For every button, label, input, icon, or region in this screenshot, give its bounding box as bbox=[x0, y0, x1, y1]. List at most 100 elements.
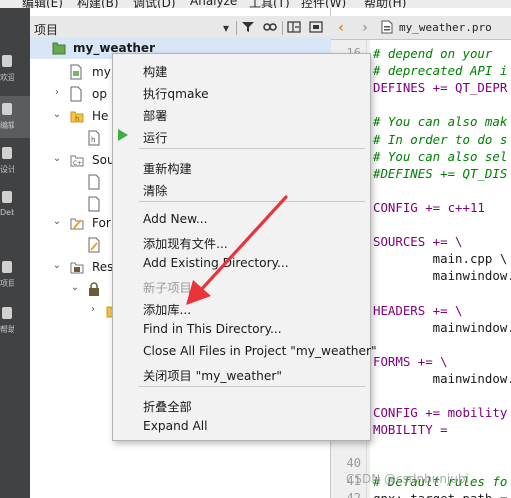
code-line: # You can also sel bbox=[373, 148, 508, 164]
code-line: # deprecated API i bbox=[373, 63, 508, 79]
chevron-down-icon[interactable]: ⌄ bbox=[52, 153, 62, 164]
menu-2[interactable]: 调试(D) bbox=[133, 0, 176, 8]
menu-4[interactable]: 工具(T) bbox=[249, 0, 290, 8]
menu-item-label: 运行 bbox=[143, 131, 168, 145]
mode-help[interactable]: 帮助 bbox=[0, 300, 30, 342]
mode-wrench[interactable]: 项目 bbox=[0, 254, 30, 296]
menu-item-add-new[interactable]: Add New... bbox=[113, 208, 370, 230]
line-number: 40 bbox=[346, 456, 361, 471]
forms-folder-icon bbox=[70, 215, 84, 231]
chevron-right-icon[interactable]: › bbox=[88, 304, 98, 315]
menu-item-label: 新子项目... bbox=[143, 281, 204, 295]
menu-item-clean[interactable]: 清除 bbox=[113, 177, 370, 199]
menu-item-label: 添加现有文件... bbox=[143, 237, 228, 251]
pencil-icon bbox=[2, 146, 12, 160]
menu-5[interactable]: 控件(W) bbox=[301, 0, 346, 8]
menu-item-label: 执行qmake bbox=[143, 87, 209, 101]
grid-icon bbox=[2, 54, 12, 68]
code-line: # In order to do s bbox=[373, 131, 508, 147]
mode-bug[interactable]: Debug bbox=[0, 184, 30, 226]
menu-item-label: Expand All bbox=[143, 419, 208, 433]
code-line: CONFIG += mobility bbox=[373, 405, 508, 421]
file-icon bbox=[88, 196, 102, 212]
project-context-menu: 构建执行qmake 部署运行重新构建 清除 Add New... 添加现有文件... Ad… bbox=[112, 53, 377, 441]
svg-text:C+: C+ bbox=[73, 160, 82, 167]
mode-label: 欢迎 bbox=[0, 73, 14, 82]
editor-toolbar: ‹ › my_weather.pro bbox=[331, 16, 511, 40]
edit-icon bbox=[2, 102, 12, 116]
sources-folder-icon: C+ bbox=[70, 152, 84, 168]
menu-6[interactable]: 帮助(H) bbox=[364, 0, 406, 8]
menu-item-label: 部署 bbox=[143, 109, 168, 123]
code-line: qnx: target.path = bbox=[373, 491, 507, 498]
code-line: # depend on your bbox=[373, 46, 493, 61]
menu-0[interactable]: 编辑(E) bbox=[22, 0, 63, 8]
menu-item-label: Find in This Directory... bbox=[143, 322, 282, 336]
close-pane-icon[interactable] bbox=[308, 20, 324, 36]
forward-arrow-icon[interactable]: › bbox=[357, 20, 373, 36]
menu-3[interactable]: Analyze bbox=[190, 0, 237, 8]
menu-item-close-project[interactable]: 关闭项目 "my_weather" bbox=[113, 362, 370, 384]
code-line: CONFIG += c++11 bbox=[373, 199, 485, 215]
code-line: # You can also mak bbox=[373, 114, 508, 130]
code-line: SOURCES += \ bbox=[373, 234, 463, 250]
mode-label: 项目 bbox=[0, 279, 14, 288]
dropdown-arrow-icon[interactable]: ▾ bbox=[218, 20, 234, 36]
code-line: DEFINES += QT_DEPR bbox=[373, 80, 508, 96]
menu-1[interactable]: 构建(B) bbox=[77, 0, 119, 8]
menu-item-add-existing-directory[interactable]: Add Existing Directory... bbox=[113, 252, 370, 274]
chevron-down-icon[interactable]: ⌄ bbox=[52, 260, 62, 271]
menu-item-label: Close All Files in Project "my_weather" bbox=[143, 344, 377, 358]
svg-text:h: h bbox=[75, 115, 79, 123]
code-line: mainwindow. bbox=[373, 268, 511, 284]
menu-item-new-subproject: 新子项目... bbox=[113, 274, 370, 296]
help-icon bbox=[2, 306, 12, 320]
menu-separator bbox=[139, 386, 365, 387]
tree-item-label: my bbox=[92, 65, 111, 79]
chevron-down-icon[interactable]: ⌄ bbox=[52, 216, 62, 227]
split-icon[interactable] bbox=[286, 20, 302, 36]
svg-text:h: h bbox=[91, 136, 95, 144]
mode-pencil[interactable]: 设计 bbox=[0, 140, 30, 182]
menu-item-close-all-files[interactable]: Close All Files in Project "my_weather" bbox=[113, 340, 377, 362]
menu-item-deploy[interactable]: 部署 bbox=[113, 102, 370, 124]
code-line: #DEFINES += QT_DIS bbox=[373, 165, 508, 181]
back-arrow-icon[interactable]: ‹ bbox=[333, 20, 349, 36]
mode-label: 帮助 bbox=[0, 325, 14, 334]
menu-item-collapse-all[interactable]: 折叠全部 bbox=[113, 393, 370, 415]
ui-file-icon bbox=[88, 237, 102, 253]
code-line: HEADERS += \ bbox=[373, 302, 463, 318]
mode-label: 编辑 bbox=[0, 121, 14, 130]
menu-item-find-in-directory[interactable]: Find in This Directory... bbox=[113, 318, 370, 340]
mode-grid[interactable]: 欢迎 bbox=[0, 48, 30, 90]
mode-edit[interactable]: 编辑 bbox=[0, 96, 30, 138]
header-file-icon: h bbox=[88, 130, 102, 146]
menu-item-build[interactable]: 构建 bbox=[113, 58, 370, 80]
file-icon bbox=[88, 174, 102, 190]
menu-item-rebuild[interactable]: 重新构建 bbox=[113, 155, 370, 177]
menu-separator bbox=[139, 201, 365, 202]
editor-filename[interactable]: my_weather.pro bbox=[399, 21, 492, 34]
chevron-down-icon[interactable]: ⌄ bbox=[70, 282, 80, 293]
menu-item-run-qmake[interactable]: 执行qmake bbox=[113, 80, 370, 102]
project-pane-title: 项目 bbox=[34, 23, 59, 37]
tree-item-label: For bbox=[92, 216, 111, 230]
chevron-down-icon[interactable]: ⌄ bbox=[52, 109, 62, 120]
wrench-icon bbox=[2, 260, 12, 274]
menu-item-add-existing-files[interactable]: 添加现有文件... bbox=[113, 230, 370, 252]
lock-icon bbox=[88, 281, 102, 297]
menu-item-run[interactable]: 运行 bbox=[113, 124, 370, 146]
menu-item-label: Add New... bbox=[143, 212, 208, 226]
menu-item-add-library[interactable]: 添加库... bbox=[113, 296, 370, 318]
menu-separator bbox=[139, 148, 365, 149]
file-icon bbox=[379, 20, 395, 36]
link-icon[interactable] bbox=[262, 20, 278, 36]
chevron-right-icon[interactable]: › bbox=[52, 87, 62, 98]
menu-item-label: 折叠全部 bbox=[143, 400, 192, 414]
watermark: CSDN @csdnbunjubi bbox=[346, 472, 469, 486]
filter-icon[interactable] bbox=[240, 20, 256, 36]
resources-folder-icon bbox=[70, 259, 84, 275]
toolbar-divider bbox=[236, 21, 237, 35]
code-line: FORMS += \ bbox=[373, 353, 448, 369]
menu-item-expand-all[interactable]: Expand All bbox=[113, 415, 370, 437]
